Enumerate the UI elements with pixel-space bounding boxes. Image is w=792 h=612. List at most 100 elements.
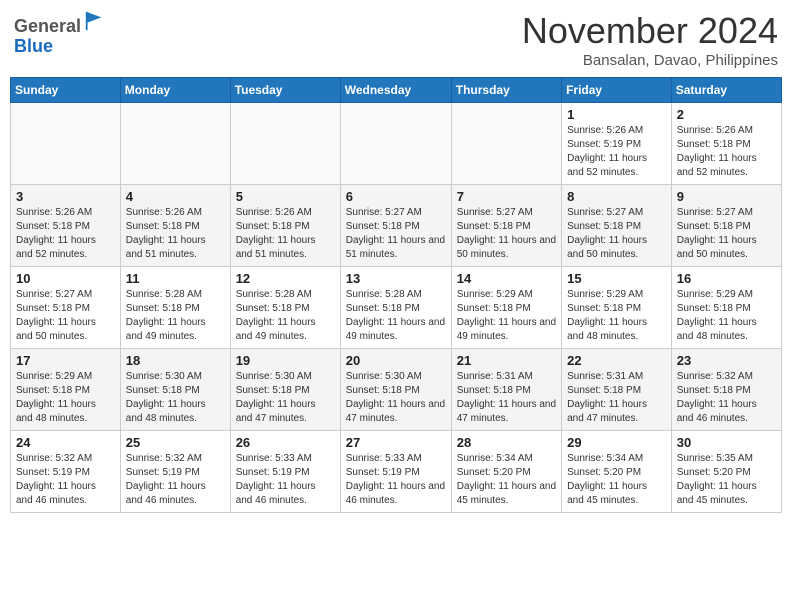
calendar-cell [11, 103, 121, 185]
calendar-cell: 21 Sunrise: 5:31 AM Sunset: 5:18 PM Dayli… [451, 349, 561, 431]
day-number: 3 [16, 189, 115, 204]
day-info: Sunrise: 5:30 AM Sunset: 5:18 PM Dayligh… [126, 370, 225, 426]
calendar-week-5: 24 Sunrise: 5:32 AM Sunset: 5:19 PM Dayli… [11, 431, 782, 513]
title-block: November 2024 Bansalan, Davao, Philippin… [522, 10, 778, 69]
calendar-week-1: 1 Sunrise: 5:26 AM Sunset: 5:19 PM Daylig… [11, 103, 782, 185]
day-info: Sunrise: 5:35 AM Sunset: 5:20 PM Dayligh… [677, 452, 776, 508]
day-info: Sunrise: 5:30 AM Sunset: 5:18 PM Dayligh… [346, 370, 446, 426]
day-info: Sunrise: 5:31 AM Sunset: 5:18 PM Dayligh… [457, 370, 556, 426]
calendar-cell: 24 Sunrise: 5:32 AM Sunset: 5:19 PM Dayli… [11, 431, 121, 513]
calendar-week-4: 17Sunrise: 5:29 AM Sunset: 5:18 PM Dayli… [11, 349, 782, 431]
day-number: 21 [457, 353, 556, 368]
day-number: 26 [236, 435, 335, 450]
location: Bansalan, Davao, Philippines [522, 52, 778, 69]
page-header: General Blue November 2024 Bansalan, Dav… [10, 10, 782, 69]
day-info: Sunrise: 5:30 AM Sunset: 5:18 PM Dayligh… [236, 370, 335, 426]
calendar-cell: 14 Sunrise: 5:29 AM Sunset: 5:18 PM Dayli… [451, 267, 561, 349]
calendar-cell: 2 Sunrise: 5:26 AM Sunset: 5:18 PM Daylig… [671, 103, 781, 185]
calendar-cell: 5 Sunrise: 5:26 AM Sunset: 5:18 PM Daylig… [230, 185, 340, 267]
day-number: 6 [346, 189, 446, 204]
day-number: 10 [16, 271, 115, 286]
day-info: Sunrise: 5:26 AM Sunset: 5:18 PM Dayligh… [236, 206, 335, 262]
day-number: 2 [677, 107, 776, 122]
calendar-cell: 1 Sunrise: 5:26 AM Sunset: 5:19 PM Daylig… [562, 103, 672, 185]
calendar-cell: 16 Sunrise: 5:29 AM Sunset: 5:18 PM Dayli… [671, 267, 781, 349]
day-info: Sunrise: 5:33 AM Sunset: 5:19 PM Dayligh… [236, 452, 335, 508]
col-header-wednesday: Wednesday [340, 78, 451, 103]
day-info: Sunrise: 5:32 AM Sunset: 5:19 PM Dayligh… [16, 452, 115, 508]
calendar-cell: 26 Sunrise: 5:33 AM Sunset: 5:19 PM Dayli… [230, 431, 340, 513]
calendar-cell: 15 Sunrise: 5:29 AM Sunset: 5:18 PM Dayli… [562, 267, 672, 349]
calendar-cell: 28 Sunrise: 5:34 AM Sunset: 5:20 PM Dayli… [451, 431, 561, 513]
day-info: Sunrise: 5:29 AM Sunset: 5:18 PM Dayligh… [457, 288, 556, 344]
calendar-cell: 6Sunrise: 5:27 AM Sunset: 5:18 PM Daylig… [340, 185, 451, 267]
day-number: 25 [126, 435, 225, 450]
logo: General Blue [14, 10, 105, 57]
col-header-sunday: Sunday [11, 78, 121, 103]
calendar-table: SundayMondayTuesdayWednesdayThursdayFrid… [10, 77, 782, 513]
day-info: Sunrise: 5:27 AM Sunset: 5:18 PM Dayligh… [567, 206, 666, 262]
calendar-week-3: 10 Sunrise: 5:27 AM Sunset: 5:18 PM Dayli… [11, 267, 782, 349]
day-number: 28 [457, 435, 556, 450]
day-number: 9 [677, 189, 776, 204]
day-info: Sunrise: 5:26 AM Sunset: 5:18 PM Dayligh… [677, 124, 776, 180]
calendar-cell: 12 Sunrise: 5:28 AM Sunset: 5:18 PM Dayli… [230, 267, 340, 349]
day-number: 23 [677, 353, 776, 368]
calendar-cell: 8 Sunrise: 5:27 AM Sunset: 5:18 PM Daylig… [562, 185, 672, 267]
day-number: 1 [567, 107, 666, 122]
day-number: 19 [236, 353, 335, 368]
day-info: Sunrise: 5:31 AM Sunset: 5:18 PM Dayligh… [567, 370, 666, 426]
calendar-cell: 13 Sunrise: 5:28 AM Sunset: 5:18 PM Dayli… [340, 267, 451, 349]
day-info: Sunrise: 5:29 AM Sunset: 5:18 PM Dayligh… [677, 288, 776, 344]
col-header-tuesday: Tuesday [230, 78, 340, 103]
day-number: 16 [677, 271, 776, 286]
day-info: Sunrise: 5:29 AM Sunset: 5:18 PM Dayligh… [16, 370, 115, 426]
month-title: November 2024 [522, 10, 778, 52]
calendar-cell: 10 Sunrise: 5:27 AM Sunset: 5:18 PM Dayli… [11, 267, 121, 349]
calendar-cell [340, 103, 451, 185]
calendar-cell: 25Sunrise: 5:32 AM Sunset: 5:19 PM Dayli… [120, 431, 230, 513]
calendar-cell [451, 103, 561, 185]
calendar-cell [230, 103, 340, 185]
day-number: 27 [346, 435, 446, 450]
day-number: 14 [457, 271, 556, 286]
day-number: 22 [567, 353, 666, 368]
day-info: Sunrise: 5:28 AM Sunset: 5:18 PM Dayligh… [236, 288, 335, 344]
day-number: 15 [567, 271, 666, 286]
day-info: Sunrise: 5:34 AM Sunset: 5:20 PM Dayligh… [567, 452, 666, 508]
calendar-cell: 4Sunrise: 5:26 AM Sunset: 5:18 PM Daylig… [120, 185, 230, 267]
day-info: Sunrise: 5:28 AM Sunset: 5:18 PM Dayligh… [346, 288, 446, 344]
day-info: Sunrise: 5:33 AM Sunset: 5:19 PM Dayligh… [346, 452, 446, 508]
calendar-header-row: SundayMondayTuesdayWednesdayThursdayFrid… [11, 78, 782, 103]
day-number: 13 [346, 271, 446, 286]
calendar-cell: 29Sunrise: 5:34 AM Sunset: 5:20 PM Dayli… [562, 431, 672, 513]
day-info: Sunrise: 5:28 AM Sunset: 5:18 PM Dayligh… [126, 288, 225, 344]
calendar-cell: 17Sunrise: 5:29 AM Sunset: 5:18 PM Dayli… [11, 349, 121, 431]
day-number: 5 [236, 189, 335, 204]
day-number: 8 [567, 189, 666, 204]
col-header-friday: Friday [562, 78, 672, 103]
calendar-cell: 18Sunrise: 5:30 AM Sunset: 5:18 PM Dayli… [120, 349, 230, 431]
col-header-monday: Monday [120, 78, 230, 103]
calendar-cell: 9 Sunrise: 5:27 AM Sunset: 5:18 PM Daylig… [671, 185, 781, 267]
day-info: Sunrise: 5:27 AM Sunset: 5:18 PM Dayligh… [677, 206, 776, 262]
day-info: Sunrise: 5:29 AM Sunset: 5:18 PM Dayligh… [567, 288, 666, 344]
calendar-cell: 11 Sunrise: 5:28 AM Sunset: 5:18 PM Dayli… [120, 267, 230, 349]
day-number: 7 [457, 189, 556, 204]
day-number: 12 [236, 271, 335, 286]
day-number: 24 [16, 435, 115, 450]
day-number: 20 [346, 353, 446, 368]
calendar-cell: 19 Sunrise: 5:30 AM Sunset: 5:18 PM Dayli… [230, 349, 340, 431]
day-info: Sunrise: 5:34 AM Sunset: 5:20 PM Dayligh… [457, 452, 556, 508]
day-info: Sunrise: 5:32 AM Sunset: 5:18 PM Dayligh… [677, 370, 776, 426]
day-number: 11 [126, 271, 225, 286]
calendar-cell: 27 Sunrise: 5:33 AM Sunset: 5:19 PM Dayli… [340, 431, 451, 513]
col-header-thursday: Thursday [451, 78, 561, 103]
calendar-cell: 30Sunrise: 5:35 AM Sunset: 5:20 PM Dayli… [671, 431, 781, 513]
day-info: Sunrise: 5:26 AM Sunset: 5:19 PM Dayligh… [567, 124, 666, 180]
day-info: Sunrise: 5:27 AM Sunset: 5:18 PM Dayligh… [16, 288, 115, 344]
day-number: 4 [126, 189, 225, 204]
calendar-cell: 3 Sunrise: 5:26 AM Sunset: 5:18 PM Daylig… [11, 185, 121, 267]
calendar-week-2: 3 Sunrise: 5:26 AM Sunset: 5:18 PM Daylig… [11, 185, 782, 267]
day-info: Sunrise: 5:26 AM Sunset: 5:18 PM Dayligh… [16, 206, 115, 262]
